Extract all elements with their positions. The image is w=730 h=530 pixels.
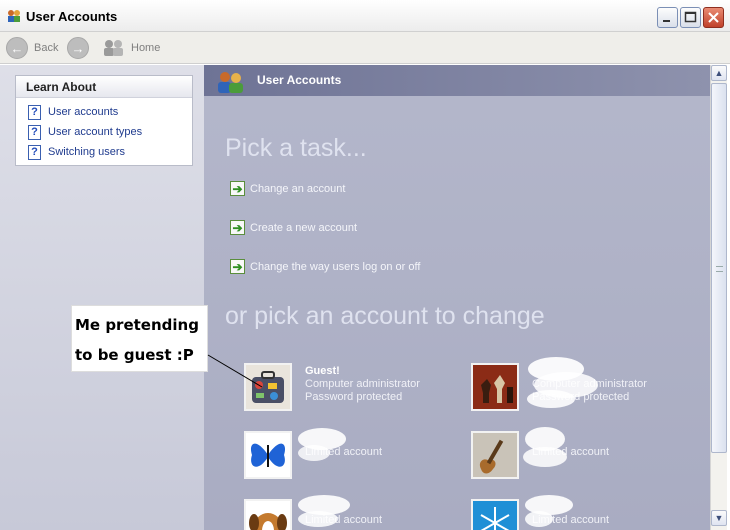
dog-picture (244, 499, 292, 530)
back-arrow-icon: ← (6, 37, 28, 59)
redaction-scribble (525, 495, 573, 527)
grip-icon (716, 266, 723, 272)
vertical-scrollbar[interactable]: ▲ ▼ (710, 65, 727, 530)
redaction-scribble (527, 357, 598, 408)
redaction-scribble (298, 428, 346, 461)
help-question-icon: ? (28, 124, 41, 140)
account-tile-chess[interactable]: Computer administrator Password protecte… (471, 357, 701, 413)
home-button[interactable]: Home (102, 36, 160, 60)
close-icon (708, 12, 719, 23)
help-question-icon: ? (28, 104, 41, 120)
title-bar: User Accounts (0, 0, 730, 32)
learn-item-switching-users[interactable]: ? Switching users (28, 144, 125, 160)
guitar-picture (471, 431, 519, 479)
account-tile-guest[interactable]: Guest! Computer administrator Password p… (244, 363, 474, 413)
maximize-button[interactable] (680, 7, 701, 28)
task-change-logon[interactable]: ➔ Change the way users log on or off (230, 259, 420, 274)
back-button[interactable]: ← Back (6, 36, 58, 60)
snowflake-picture (471, 499, 519, 530)
chevron-up-icon: ▲ (714, 68, 724, 78)
chevron-down-icon: ▼ (714, 513, 724, 523)
task-label: Create a new account (250, 221, 358, 234)
redaction-scribble (298, 495, 350, 527)
learn-item-label: Switching users (48, 146, 126, 158)
account-type: Computer administrator (305, 378, 420, 390)
annotation-callout: Me pretending to be guest :P (71, 305, 208, 372)
account-status: Password protected (305, 391, 403, 403)
account-tile-dog[interactable]: Limited account (244, 495, 474, 530)
help-question-icon: ? (28, 144, 41, 160)
minimize-icon (663, 20, 670, 22)
home-users-icon (104, 40, 123, 56)
green-arrow-icon: ➔ (230, 220, 245, 235)
main-pane: User Accounts Pick a task... ➔ Change an… (204, 65, 710, 530)
learn-about-heading: Learn About (16, 76, 192, 98)
left-pane: Learn About ? User accounts ? User accou… (0, 65, 204, 530)
navigation-bar: ← Back → Home (0, 32, 730, 64)
close-button[interactable] (703, 7, 724, 28)
learn-item-label: User accounts (48, 106, 119, 118)
main-header-title: User Accounts (257, 73, 342, 87)
main-header: User Accounts (204, 65, 710, 96)
forward-button[interactable]: → (67, 36, 95, 60)
window-title: User Accounts (26, 9, 118, 24)
user-accounts-icon (8, 10, 20, 22)
scroll-up-button[interactable]: ▲ (711, 65, 727, 81)
pick-account-title: or pick an account to change (225, 302, 545, 330)
learn-item-user-account-types[interactable]: ? User account types (28, 124, 142, 140)
butterfly-picture (244, 431, 292, 479)
task-change-account[interactable]: ➔ Change an account (230, 181, 345, 196)
task-create-account[interactable]: ➔ Create a new account (230, 220, 357, 235)
learn-item-label: User account types (48, 126, 143, 138)
minimize-button[interactable] (657, 7, 678, 28)
learn-about-panel: Learn About ? User accounts ? User accou… (15, 75, 193, 166)
maximize-icon (684, 11, 697, 23)
green-arrow-icon: ➔ (230, 181, 245, 196)
pick-task-title: Pick a task... (225, 134, 367, 162)
learn-item-user-accounts[interactable]: ? User accounts (28, 104, 118, 120)
home-label: Home (131, 42, 161, 54)
task-label: Change the way users log on or off (250, 260, 421, 273)
redaction-scribble (523, 427, 567, 467)
green-arrow-icon: ➔ (230, 259, 245, 274)
account-tile-snowflake[interactable]: Limited account (471, 495, 701, 530)
annotation-line-2: to be guest :P (75, 346, 194, 364)
account-tile-guitar[interactable]: Limited account (471, 427, 701, 481)
account-name: Guest! (305, 365, 340, 377)
chess-picture (471, 363, 519, 411)
task-label: Change an account (250, 182, 346, 195)
annotation-line-1: Me pretending (75, 316, 199, 334)
scrollbar-thumb[interactable] (711, 83, 727, 453)
user-accounts-header-icon (218, 72, 243, 93)
account-tile-butterfly[interactable]: Limited account (244, 428, 474, 481)
back-label: Back (34, 42, 59, 54)
scroll-down-button[interactable]: ▼ (711, 510, 727, 526)
suitcase-picture (244, 363, 292, 411)
forward-arrow-icon: → (67, 37, 89, 59)
